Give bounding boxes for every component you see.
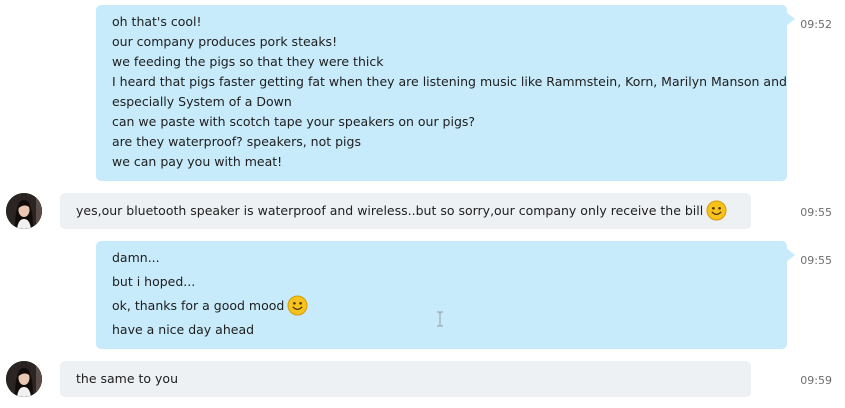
message-text: yes,our bluetooth speaker is waterproof … [76,203,704,218]
bubble-tail [786,248,795,262]
message-line: especially System of a Down [112,94,292,109]
message-line: ok, thanks for a good mood [112,295,308,317]
avatar-picture [6,193,42,229]
chat-conversation: oh that's cool! our company produces por… [0,0,845,408]
message-line: I heard that pigs faster getting fat whe… [112,74,787,89]
message-line: our company produces pork steaks! [112,34,338,49]
message-line: we feeding the pigs so that they were th… [112,54,384,69]
message-line: are they waterproof? speakers, not pigs [112,134,361,149]
smiley-emoji-icon [287,295,308,316]
message-timestamp: 09:52 [800,18,832,31]
bubble-tail [786,12,795,26]
incoming-message-bubble[interactable]: the same to you [60,361,751,397]
message-line: but i hoped... [112,274,196,289]
message-line: damn... [112,250,160,265]
avatar-picture [6,361,42,397]
contact-avatar[interactable] [6,193,42,229]
message-line: can we paste with scotch tape your speak… [112,114,476,129]
contact-avatar[interactable] [6,361,42,397]
message-timestamp: 09:55 [800,206,832,219]
message-line: have a nice day ahead [112,322,255,337]
message-line: oh that's cool! [112,14,202,29]
message-text: ok, thanks for a good mood [112,298,285,313]
outgoing-message-bubble[interactable]: oh that's cool! our company produces por… [96,5,787,181]
smiley-emoji-icon [706,200,727,221]
message-timestamp: 09:59 [800,374,832,387]
message-timestamp: 09:55 [800,254,832,267]
message-line: we can pay you with meat! [112,154,283,169]
incoming-message-bubble[interactable]: yes,our bluetooth speaker is waterproof … [60,193,751,229]
message-line: the same to you [76,371,178,386]
message-line: yes,our bluetooth speaker is waterproof … [76,200,727,222]
outgoing-message-bubble[interactable]: damn... but i hoped... ok, thanks for a … [96,241,787,349]
text-cursor-icon [437,311,443,327]
